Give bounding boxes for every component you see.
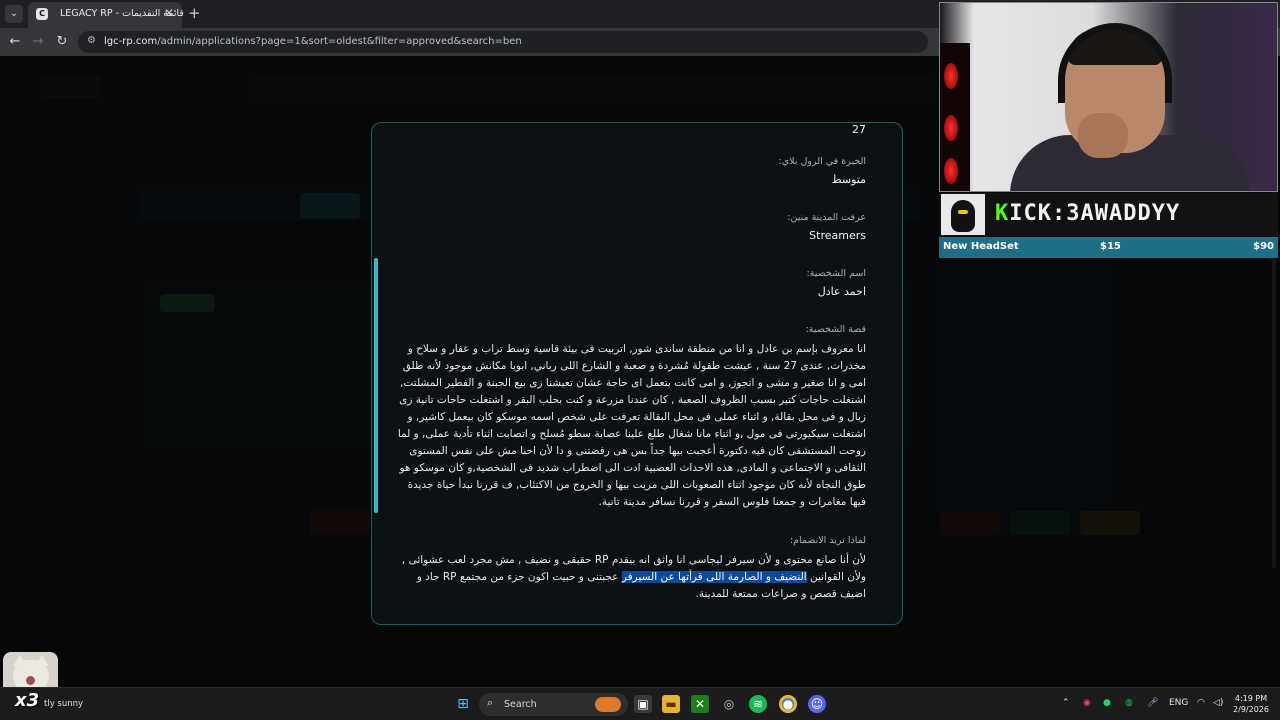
city-source-field: عرفت المدينة منين: Streamers: [376, 212, 866, 242]
discord-icon[interactable]: ☺: [808, 695, 826, 713]
chrome-icon[interactable]: ●: [779, 695, 797, 713]
spotify-icon[interactable]: ≋: [749, 695, 767, 713]
goal-total: $90: [1253, 241, 1274, 252]
chevron-up-icon[interactable]: ⌃: [1062, 698, 1070, 708]
age-field: 27: [376, 123, 866, 136]
character-name-field: اسم الشخصية: احمد عادل: [376, 268, 866, 298]
clock-date: 2/9/2026: [1233, 705, 1269, 714]
search-highlight-icon: [595, 697, 621, 712]
url-host: lgc-rp.com: [104, 36, 158, 47]
sticker-caption: x3: [15, 690, 40, 711]
reload-icon[interactable]: ↻: [53, 33, 71, 51]
windows-taskbar: tly sunny ⊞ ⌕ Search ▣ ▬ ✕ ◎ ≋ ● ☺ ⌃ ◉ ●…: [0, 687, 1280, 720]
field-value: متوسط: [831, 173, 866, 186]
penguin-avatar: [941, 194, 985, 235]
join-reason-field: لماذا تريد الانضمام: لأن أنا صانع محتوى …: [376, 535, 866, 603]
windows-start-icon[interactable]: ⊞: [454, 695, 472, 713]
microphone-icon[interactable]: 🎤︎: [1147, 698, 1158, 708]
back-arrow-icon[interactable]: ←: [6, 33, 24, 51]
system-clock[interactable]: 4:19 PM 2/9/2026: [1228, 693, 1274, 715]
field-value: احمد عادل: [817, 285, 866, 298]
donation-goal-bar: New HeadSet $15 $90: [939, 237, 1278, 258]
rgb-fan-icon: [944, 63, 958, 89]
tray-spotify-icon[interactable]: ◍: [1125, 698, 1133, 708]
tray-app-icon[interactable]: ◉: [1083, 698, 1091, 708]
field-label: الخبرة في الرول بلاي:: [778, 156, 867, 167]
search-icon: ⌕: [487, 696, 494, 709]
field-label: عرفت المدينة منين:: [787, 212, 866, 223]
kick-k-letter: K: [995, 201, 1010, 226]
story-text: انا معروف بإسم بن عادل و انا من منطقة سا…: [397, 343, 866, 508]
rgb-fan-icon: [944, 158, 958, 184]
search-label: Search: [504, 699, 537, 710]
character-story-field: قصة الشخصية: انا معروف بإسم بن عادل و ان…: [376, 324, 866, 511]
new-tab-button[interactable]: +: [188, 4, 201, 22]
task-view-icon[interactable]: ▣: [634, 695, 652, 713]
steam-icon[interactable]: ◎: [720, 695, 738, 713]
field-label: اسم الشخصية:: [806, 268, 866, 279]
join-reason-text: لأن أنا صانع محتوى و لأن سيرفر ليجاسى ان…: [396, 552, 866, 603]
streamer-webcam: [939, 2, 1278, 192]
weather-widget[interactable]: tly sunny: [44, 699, 83, 709]
taskbar-search[interactable]: ⌕ Search: [479, 693, 628, 716]
address-bar[interactable]: ⚙ lgc-rp.com/admin/applications?page=1&s…: [78, 31, 928, 53]
tray-status-icon[interactable]: ●: [1103, 698, 1111, 708]
field-label: قصة الشخصية:: [805, 324, 866, 335]
rgb-fan-icon: [944, 115, 958, 141]
file-explorer-icon[interactable]: ▬: [662, 695, 680, 713]
tab-search-button[interactable]: ⌄: [5, 5, 23, 23]
field-value: Streamers: [809, 229, 866, 242]
site-info-icon[interactable]: ⚙: [87, 35, 96, 46]
tab-close-icon[interactable]: ✕: [164, 6, 174, 20]
kick-channel-name: KICK:3AWADDYY: [995, 201, 1180, 226]
streamer-hand: [1078, 113, 1128, 158]
xbox-icon[interactable]: ✕: [691, 695, 709, 713]
site-favicon-icon: C: [36, 8, 48, 20]
age-value: 27: [852, 123, 866, 136]
goal-name: New HeadSet: [943, 241, 1019, 252]
active-tab[interactable]: C LEGACY RP - قائمة التقديمات ✕: [28, 2, 184, 28]
application-details-modal: 27 الخبرة في الرول بلاي: متوسط عرفت المد…: [371, 122, 903, 625]
address-url: lgc-rp.com/admin/applications?page=1&sor…: [104, 36, 522, 47]
goal-current: $15: [1100, 241, 1121, 252]
forward-arrow-icon[interactable]: →: [29, 33, 47, 51]
wifi-icon[interactable]: ◠: [1197, 698, 1205, 708]
language-indicator[interactable]: ENG: [1169, 698, 1188, 708]
url-path: /admin/applications?page=1&sort=oldest&f…: [157, 36, 522, 47]
volume-icon[interactable]: ◁): [1213, 698, 1223, 708]
kick-channel-rest: ICK:3AWADDYY: [1009, 201, 1181, 226]
field-label: لماذا تريد الانضمام:: [789, 535, 866, 546]
selected-text-highlight: النضيف و الصارمة اللى قرأتها عن السيرفر: [621, 571, 807, 583]
pc-case: [940, 43, 970, 191]
clock-time: 4:19 PM: [1234, 694, 1268, 703]
rp-experience-field: الخبرة في الرول بلاي: متوسط: [376, 156, 867, 186]
kick-channel-banner: KICK:3AWADDYY: [939, 193, 1278, 236]
screen: ⌄ C LEGACY RP - قائمة التقديمات ✕ + ← → …: [0, 0, 1280, 720]
